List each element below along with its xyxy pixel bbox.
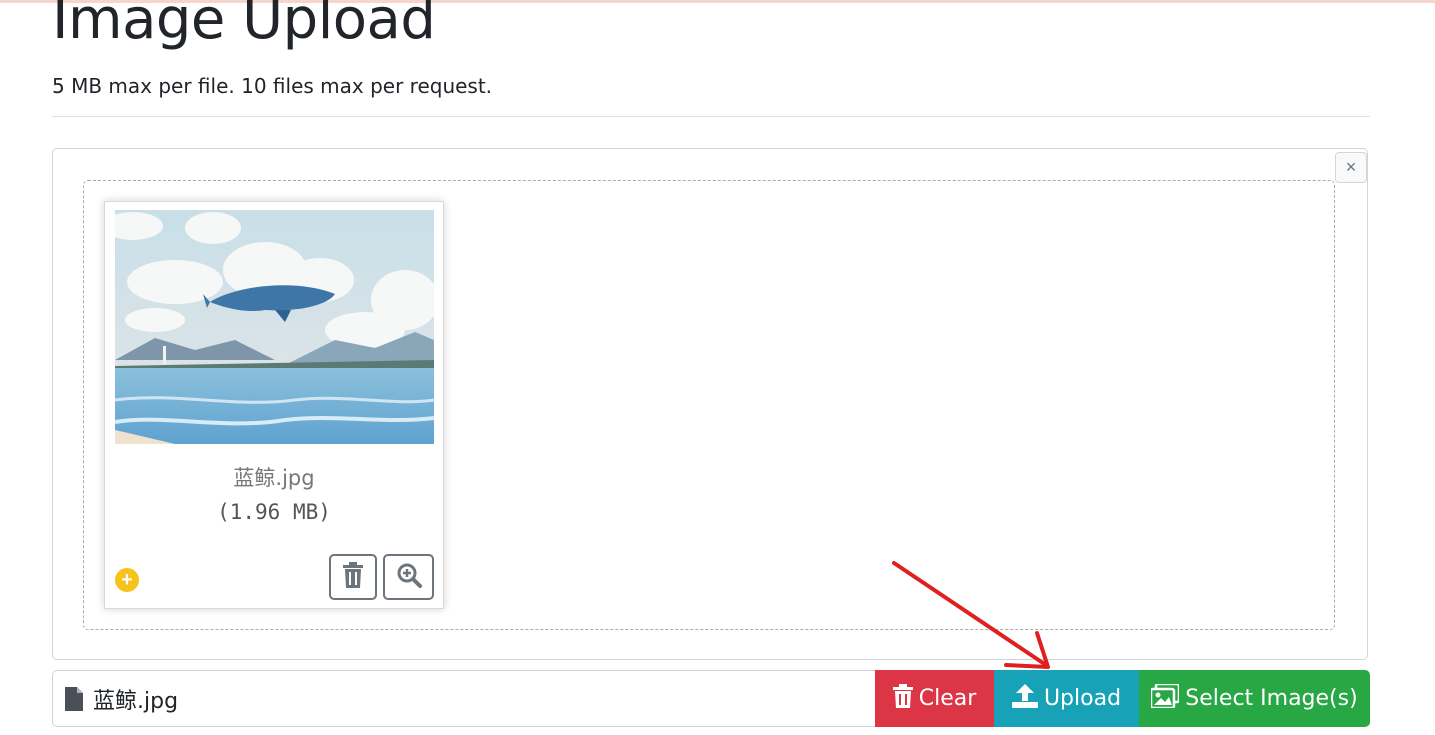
upload-label: Upload xyxy=(1043,686,1122,711)
thumbnail-file-size: (1.96 MB) xyxy=(217,500,331,524)
clear-label: Clear xyxy=(918,686,977,711)
zoom-file-button[interactable] xyxy=(383,554,434,600)
select-images-label: Select Image(s) xyxy=(1185,686,1358,711)
trash-icon xyxy=(892,683,913,714)
caption-file-name: 蓝鲸.jpg xyxy=(93,688,179,714)
file-caption-field[interactable]: 蓝鲸.jpg xyxy=(52,670,875,727)
thumbnail-file-name: 蓝鲸.jpg xyxy=(233,466,315,490)
plus-circle-icon: + xyxy=(115,568,139,592)
zoom-in-icon xyxy=(396,562,422,593)
page-title: Image Upload xyxy=(52,0,436,52)
images-icon xyxy=(1150,682,1181,714)
close-preview-button[interactable]: × xyxy=(1335,152,1367,183)
trash-icon xyxy=(342,561,364,593)
file-icon xyxy=(65,686,83,711)
clear-button[interactable]: Clear xyxy=(875,670,994,727)
upload-button[interactable]: Upload xyxy=(994,670,1139,727)
upload-limits-text: 5 MB max per file. 10 files max per requ… xyxy=(52,74,493,98)
remove-file-button[interactable] xyxy=(329,554,377,600)
upload-icon xyxy=(1011,683,1038,714)
select-images-button[interactable]: Select Image(s) xyxy=(1139,670,1370,727)
divider xyxy=(52,116,1370,117)
thumbnail-image[interactable] xyxy=(115,210,434,444)
